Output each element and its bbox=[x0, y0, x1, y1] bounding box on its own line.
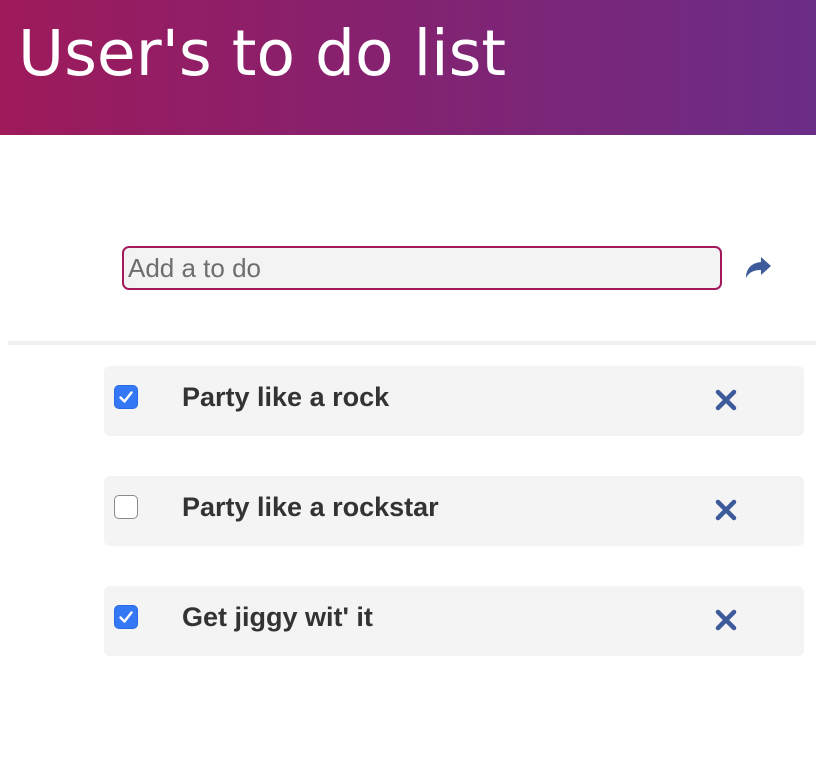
todo-list: Party like a rock Party like a rockstar … bbox=[104, 366, 804, 696]
close-icon bbox=[715, 609, 737, 631]
todo-checkbox[interactable] bbox=[114, 385, 138, 409]
add-todo-form bbox=[0, 240, 816, 300]
todo-item: Get jiggy wit' it bbox=[104, 586, 804, 656]
delete-todo-button[interactable] bbox=[712, 606, 740, 634]
delete-todo-button[interactable] bbox=[712, 386, 740, 414]
share-arrow-icon bbox=[746, 257, 771, 278]
todo-text: Get jiggy wit' it bbox=[182, 602, 373, 632]
close-icon bbox=[715, 389, 737, 411]
close-icon bbox=[715, 499, 737, 521]
page-title: User's to do list bbox=[18, 17, 507, 90]
todo-text: Party like a rock bbox=[182, 382, 390, 412]
app-header: User's to do list bbox=[0, 0, 816, 135]
add-todo-button[interactable] bbox=[740, 252, 776, 284]
todo-item: Party like a rock bbox=[104, 366, 804, 436]
checkmark-icon bbox=[119, 611, 133, 623]
todo-item: Party like a rockstar bbox=[104, 476, 804, 546]
delete-todo-button[interactable] bbox=[712, 496, 740, 524]
todo-checkbox[interactable] bbox=[114, 495, 138, 519]
divider bbox=[8, 341, 816, 345]
checkmark-icon bbox=[119, 391, 133, 403]
add-todo-input[interactable] bbox=[122, 246, 722, 290]
todo-checkbox[interactable] bbox=[114, 605, 138, 629]
todo-text: Party like a rockstar bbox=[182, 492, 439, 522]
